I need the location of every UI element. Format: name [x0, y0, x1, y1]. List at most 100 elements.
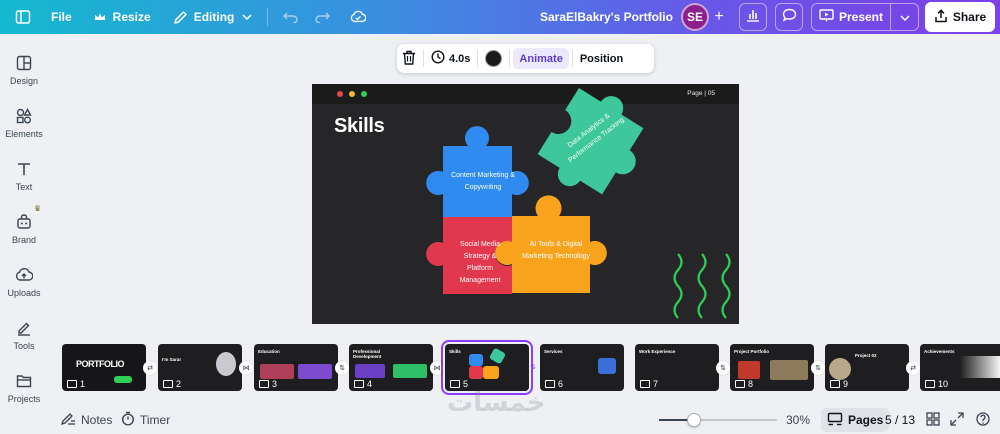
chevron-down-icon [239, 9, 255, 25]
page-counter: 5 / 13 [885, 413, 916, 427]
rail-label: Uploads [7, 288, 41, 298]
page-thumbnail[interactable]: Achievements 10 [920, 344, 1000, 391]
page-thumbnail-selected[interactable]: Skills 5 [441, 340, 533, 395]
thumbnail-title: Project Portfolio [734, 349, 770, 354]
delete-button[interactable] [397, 44, 423, 73]
thumbnail-decoration [298, 364, 332, 379]
zoom-slider[interactable] [659, 413, 777, 427]
transition-button[interactable]: ⇅ [716, 361, 730, 375]
animate-label: Animate [519, 52, 563, 65]
bottom-bar: Notes Timer 30% Pages 5 / 13 [48, 406, 1000, 434]
comment-icon [450, 380, 460, 388]
skill-label-content-marketing[interactable]: Content Marketing & Copywriting [448, 170, 518, 194]
present-options-button[interactable] [891, 3, 919, 31]
position-button[interactable]: Position [573, 44, 630, 73]
page-thumbnail[interactable]: Work Experience 7 [635, 344, 719, 391]
rail-item-projects[interactable]: Projects [0, 372, 48, 416]
animate-button[interactable]: Animate [513, 48, 569, 69]
redo-button[interactable] [306, 0, 338, 34]
rail-item-tools[interactable]: Tools [0, 319, 48, 363]
squiggle-decoration [673, 253, 683, 319]
transition-button[interactable]: ⇄ [143, 361, 157, 375]
transition-button[interactable]: ⇅ [811, 361, 825, 375]
help-icon [976, 411, 990, 429]
zoom-level[interactable]: 30% [786, 406, 810, 434]
slide-canvas[interactable]: Page | 05 Skills Content Marketing & Cop… [312, 84, 739, 324]
page-thumbnail[interactable]: Professional Development 4 [349, 344, 433, 391]
transition-icon: ⇅ [815, 365, 821, 372]
undo-icon [282, 9, 298, 25]
thumbnail-number: 3 [259, 379, 277, 389]
comment-button[interactable] [775, 3, 803, 31]
thumbnail-decoration [469, 366, 483, 379]
thumbnail-photo [829, 358, 851, 380]
puzzle-graphic [426, 87, 731, 319]
grid-view-button[interactable] [926, 406, 940, 434]
thumbnail-number: 6 [545, 379, 563, 389]
page-thumbnail[interactable]: Project 02 9 [825, 344, 909, 391]
transition-button[interactable]: ⋈ [239, 361, 253, 375]
thumbnail-decoration [393, 364, 427, 378]
transition-button[interactable]: ⇅ [526, 360, 540, 374]
present-button[interactable]: Present [811, 3, 891, 31]
page-thumbnail[interactable]: Project Portfolio 8 [730, 344, 814, 391]
transition-icon: ⋈ [242, 365, 250, 372]
rail-item-uploads[interactable]: Uploads [0, 266, 48, 310]
cloud-save-button[interactable] [338, 0, 374, 34]
bar-chart-icon [746, 8, 760, 27]
page-thumbnail[interactable]: PORTFOLIO 1 [62, 344, 146, 391]
editing-mode-dropdown[interactable]: Editing [159, 0, 264, 34]
chevron-down-icon [899, 8, 910, 26]
insights-button[interactable] [739, 3, 767, 31]
notes-label: Notes [81, 413, 113, 427]
share-label: Share [952, 10, 987, 24]
rail-label: Projects [7, 394, 41, 404]
transition-button[interactable]: ⇅ [335, 361, 349, 375]
elements-icon [15, 107, 33, 125]
sidebar-toggle-button[interactable] [0, 0, 39, 34]
transition-button[interactable]: ⇄ [906, 361, 920, 375]
rail-item-elements[interactable]: Elements [0, 107, 48, 151]
transition-button[interactable]: ⋈ [430, 361, 444, 375]
fullscreen-button[interactable] [950, 406, 964, 434]
help-button[interactable] [976, 406, 990, 434]
rail-item-brand[interactable]: Brand [0, 213, 48, 257]
thumbnail-number: 2 [163, 379, 181, 389]
resize-button[interactable]: Resize [80, 0, 159, 34]
skill-label-social-media[interactable]: Social Media Strategy & Platform Managem… [450, 239, 510, 287]
add-collaborator-button[interactable]: + [710, 8, 728, 26]
crown-icon: ♛ [34, 204, 42, 213]
present-label: Present [838, 10, 884, 24]
squiggle-decoration [721, 253, 731, 319]
pages-button[interactable]: Pages [821, 408, 890, 432]
share-button[interactable]: Share [925, 2, 995, 32]
notes-button[interactable]: Notes [60, 406, 113, 434]
crown-icon [92, 9, 108, 25]
page-thumbnail[interactable]: Education 3 [254, 344, 338, 391]
undo-button[interactable] [272, 0, 306, 34]
thumbnail-title: PORTFOLIO [76, 359, 125, 369]
file-menu-button[interactable]: File [39, 0, 80, 34]
zoom-slider-handle[interactable] [687, 413, 701, 427]
page-thumbnail[interactable]: I'm Sara! 2 [158, 344, 242, 391]
design-icon [15, 54, 33, 72]
duration-button[interactable]: 4.0s [424, 44, 477, 73]
thumbnail-decoration [260, 364, 294, 379]
skill-label-ai-tools[interactable]: AI Tools & Digital Marketing Technology [521, 239, 591, 263]
element-toolbar: 4.0s Animate Position [397, 44, 654, 73]
comment-icon [259, 380, 269, 388]
transition-icon: ⇄ [147, 365, 153, 372]
thumbnail-photo [770, 360, 808, 380]
avatar[interactable]: SE [681, 3, 709, 31]
rail-item-design[interactable]: Design [0, 54, 48, 98]
resize-label: Resize [112, 10, 151, 24]
thumbnail-number: 8 [735, 379, 753, 389]
page-thumbnail[interactable]: Services 6 [540, 344, 624, 391]
rail-label: Tools [13, 341, 35, 351]
background-color-button[interactable] [478, 44, 509, 73]
uploads-icon [15, 266, 33, 284]
timer-button[interactable]: Timer [121, 406, 170, 434]
rail-item-text[interactable]: Text [0, 160, 48, 204]
transition-icon: ⇄ [910, 365, 916, 372]
document-title[interactable]: SaraElBakry's Portfolio [540, 0, 673, 34]
